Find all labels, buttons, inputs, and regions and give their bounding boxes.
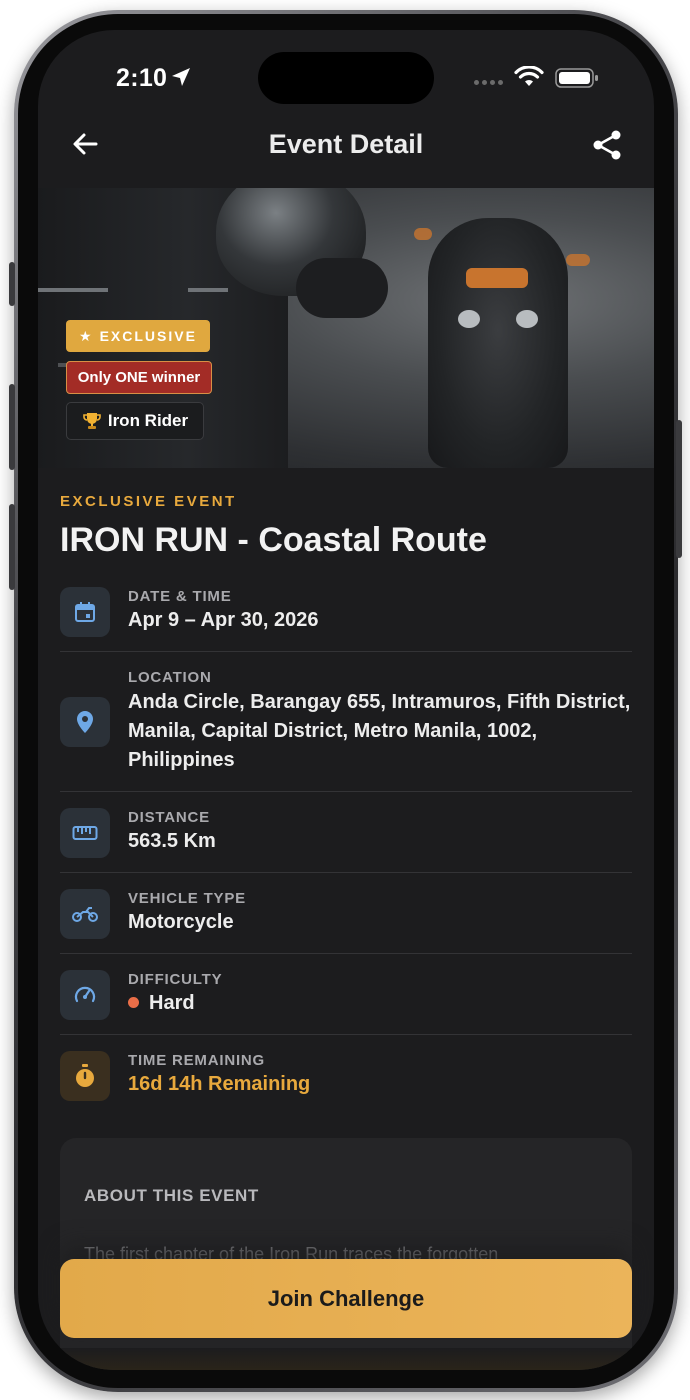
status-time: 2:10 bbox=[116, 64, 168, 92]
page-title: Event Detail bbox=[268, 129, 424, 159]
vehicle-value: Motorcycle bbox=[128, 911, 234, 933]
detail-time-remaining: TIME REMAINING 16d 14h Remaining bbox=[60, 1051, 632, 1111]
detail-location: LOCATION Anda Circle, Barangay 655, Intr… bbox=[60, 668, 632, 778]
divider bbox=[60, 872, 632, 873]
reward-title-badge: Iron Rider bbox=[66, 402, 204, 440]
detail-date: DATE & TIME Apr 9 – Apr 30, 2026 bbox=[60, 587, 632, 647]
location-arrow-icon bbox=[172, 68, 190, 86]
status-bar: 2:10 bbox=[38, 30, 654, 126]
battery-icon bbox=[555, 68, 598, 88]
cellular-signal-icon bbox=[474, 80, 503, 85]
divider bbox=[60, 791, 632, 792]
power-button bbox=[676, 420, 682, 558]
volume-up-button bbox=[9, 384, 15, 470]
divider bbox=[60, 651, 632, 652]
motorcycle-icon bbox=[72, 907, 98, 922]
glove-image bbox=[296, 258, 388, 318]
detail-vehicle: VEHICLE TYPE Motorcycle bbox=[60, 889, 632, 949]
app-screen: 2:10 Event Detail ★ EXCLUSIVE Only ONE w… bbox=[38, 30, 654, 1370]
side-button bbox=[9, 262, 15, 306]
trophy-icon bbox=[83, 413, 101, 429]
about-label: ABOUT THIS EVENT bbox=[84, 1186, 259, 1205]
calendar-icon bbox=[75, 602, 95, 622]
event-kicker: EXCLUSIVE EVENT bbox=[60, 493, 237, 510]
motorcycle-image bbox=[428, 218, 568, 468]
volume-down-button bbox=[9, 504, 15, 590]
detail-distance: DISTANCE 563.5 Km bbox=[60, 808, 632, 868]
divider bbox=[60, 1034, 632, 1035]
ruler-icon bbox=[72, 826, 98, 840]
location-label: LOCATION bbox=[128, 669, 212, 686]
difficulty-value: Hard bbox=[128, 989, 632, 1018]
distance-value: 563.5 Km bbox=[128, 830, 216, 852]
exclusive-badge: ★ EXCLUSIVE bbox=[66, 320, 210, 352]
difficulty-indicator-dot bbox=[128, 997, 139, 1008]
event-title: IRON RUN - Coastal Route bbox=[60, 521, 487, 559]
vehicle-label: VEHICLE TYPE bbox=[128, 890, 246, 907]
event-hero-image: ★ EXCLUSIVE Only ONE winner Iron Rider bbox=[38, 188, 654, 468]
distance-label: DISTANCE bbox=[128, 809, 210, 826]
date-value: Apr 9 – Apr 30, 2026 bbox=[128, 609, 319, 631]
location-value: Anda Circle, Barangay 655, Intramuros, F… bbox=[128, 691, 631, 771]
speedometer-icon bbox=[74, 986, 96, 1003]
wifi-icon bbox=[514, 66, 544, 86]
date-label: DATE & TIME bbox=[128, 588, 232, 605]
single-winner-badge: Only ONE winner bbox=[66, 361, 212, 394]
difficulty-label: DIFFICULTY bbox=[128, 971, 223, 988]
location-pin-icon bbox=[77, 711, 93, 733]
join-challenge-button[interactable]: Join Challenge bbox=[60, 1259, 632, 1338]
bottom-gradient bbox=[38, 1348, 654, 1370]
time-remaining-value: 16d 14h Remaining bbox=[128, 1073, 311, 1095]
stopwatch-icon bbox=[76, 1064, 94, 1087]
star-icon: ★ bbox=[79, 327, 94, 344]
share-icon[interactable] bbox=[590, 128, 624, 162]
divider bbox=[60, 953, 632, 954]
detail-difficulty: DIFFICULTY Hard bbox=[60, 970, 632, 1030]
dynamic-island bbox=[258, 52, 434, 104]
time-remaining-label: TIME REMAINING bbox=[128, 1052, 266, 1069]
